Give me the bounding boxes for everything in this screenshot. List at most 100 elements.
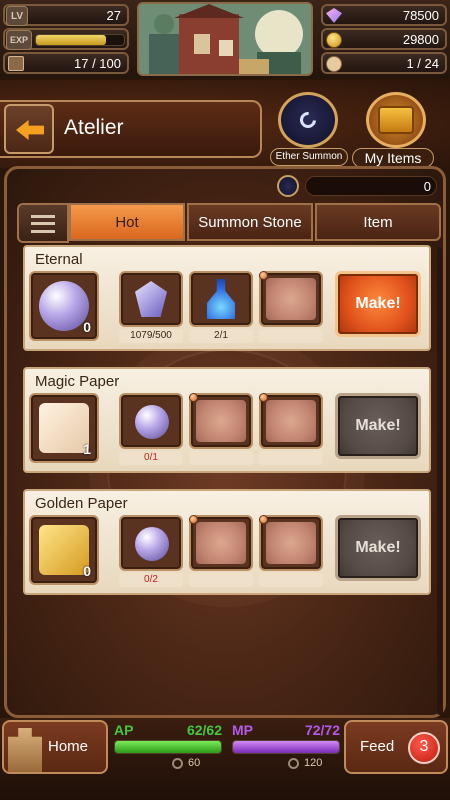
level-badge: LV [6,6,28,26]
potion-icon [207,279,235,319]
material-count: 2/1 [189,329,253,343]
material-slot[interactable] [189,515,253,571]
slot-corner-gem-icon [189,393,198,402]
material-slot[interactable] [259,393,323,449]
recipe-title: Golden Paper [35,495,128,512]
chest-body-icon [378,106,414,134]
recipe-panel: Eternal 0 1079/500 2/1 Make! [23,245,431,351]
my-items-button[interactable]: My Items [352,90,438,168]
material-count [259,451,323,465]
mp-value: 72/72 [304,722,340,738]
mp-label: MP [232,722,253,738]
empty-slot-fill [266,522,316,564]
tab-summon-stone[interactable]: Summon Stone [187,203,313,241]
material-count: 0/1 [119,451,183,465]
material-count [189,451,253,465]
feed-count: 3 [419,738,429,755]
material-slot[interactable] [259,271,323,327]
tab-bar: Hot Summon Stone Item [17,203,441,243]
face-icon [326,56,342,72]
mp-timer: 120 [304,757,323,769]
exp-row: EXP [3,28,129,50]
feed-button[interactable]: Feed 3 [344,720,448,774]
level-row: LV 27 [3,4,129,26]
town-scene-image[interactable] [137,2,313,76]
slot-corner-gem-icon [259,515,268,524]
recipe-result-count: 0 [83,563,91,579]
empty-slot-fill [196,522,246,564]
mp-bar [232,740,340,754]
material-count [259,573,323,587]
ap-timer: 60 [188,757,201,769]
material-slot[interactable] [259,515,323,571]
empty-slot-fill [196,400,246,442]
tab-hot[interactable]: Hot [69,203,185,241]
pearl-icon [135,405,169,439]
storage-value: 17 / 100 [74,56,121,71]
recipe-result-count: 1 [83,441,91,457]
tab-item[interactable]: Item [315,203,441,241]
ap-clock-icon [172,758,183,769]
ether-summon-button[interactable]: Ether Summon [268,90,350,166]
scrollbar-track[interactable] [437,247,443,715]
recipe-result-slot[interactable]: 1 [29,393,99,463]
storage-row[interactable]: 17 / 100 [3,52,129,74]
pearl-icon [135,527,169,561]
tab-list-menu-button[interactable] [17,203,69,243]
gold-row[interactable]: 29800 [321,28,447,50]
diamond-icon [326,8,342,23]
level-value: 27 [106,8,121,23]
friends-row[interactable]: 1 / 24 [321,52,447,74]
my-items-label: My Items [352,148,434,168]
ether-summon-label: Ether Summon [270,148,348,166]
material-slot[interactable] [119,271,183,327]
empty-slot-fill [266,400,316,442]
recipe-result-slot[interactable]: 0 [29,515,99,585]
slot-corner-gem-icon [259,393,268,402]
gems-row[interactable]: 78500 [321,4,447,26]
ap-label: AP [114,722,134,738]
feed-label: Feed [360,738,395,755]
recipe-result-count: 0 [83,319,91,335]
mp-clock-icon [288,758,299,769]
material-slot[interactable] [119,515,183,571]
castle-icon [8,728,42,772]
material-count [259,329,323,343]
ap-bar-fill [115,741,221,753]
gems-value: 78500 [402,8,439,23]
list-menu-icon-middle [31,222,55,225]
ap-gauge: AP 62/62 60 [112,720,224,774]
ap-value: 62/62 [186,722,222,738]
bottom-bar: Home AP 62/62 60 MP 72/72 120 Feed 3 [0,718,450,800]
material-count: 1079/500 [119,329,183,343]
slot-corner-gem-icon [189,515,198,524]
material-slot[interactable] [189,393,253,449]
home-label: Home [48,738,89,755]
material-count [189,573,253,587]
exp-badge: EXP [6,30,32,50]
make-button[interactable]: Make! [335,393,421,459]
recipe-panel: Magic Paper 1 0/1 Make! [23,367,431,473]
golden-letters-icon [39,525,89,575]
pearl-icon [39,281,89,331]
recipe-result-slot[interactable]: 0 [29,271,99,341]
back-button[interactable] [4,104,54,154]
make-button[interactable]: Make! [335,271,421,337]
recipe-title: Magic Paper [35,373,120,390]
material-slot[interactable] [119,393,183,449]
door-arrow-icon [16,120,44,140]
book-icon [8,56,24,71]
empty-slot-fill [266,278,316,320]
letters-icon [39,403,89,453]
material-slot[interactable] [189,271,253,327]
crystal-icon [135,281,167,317]
ether-count: 0 [423,179,431,194]
gold-value: 29800 [402,32,439,47]
home-button[interactable]: Home [2,720,108,774]
mp-gauge: MP 72/72 120 [230,720,342,774]
page-title: Atelier [64,116,124,139]
make-button[interactable]: Make! [335,515,421,581]
ether-counter: 0 [275,173,441,199]
mp-bar-fill [233,741,339,753]
town-scene-art [139,4,311,74]
